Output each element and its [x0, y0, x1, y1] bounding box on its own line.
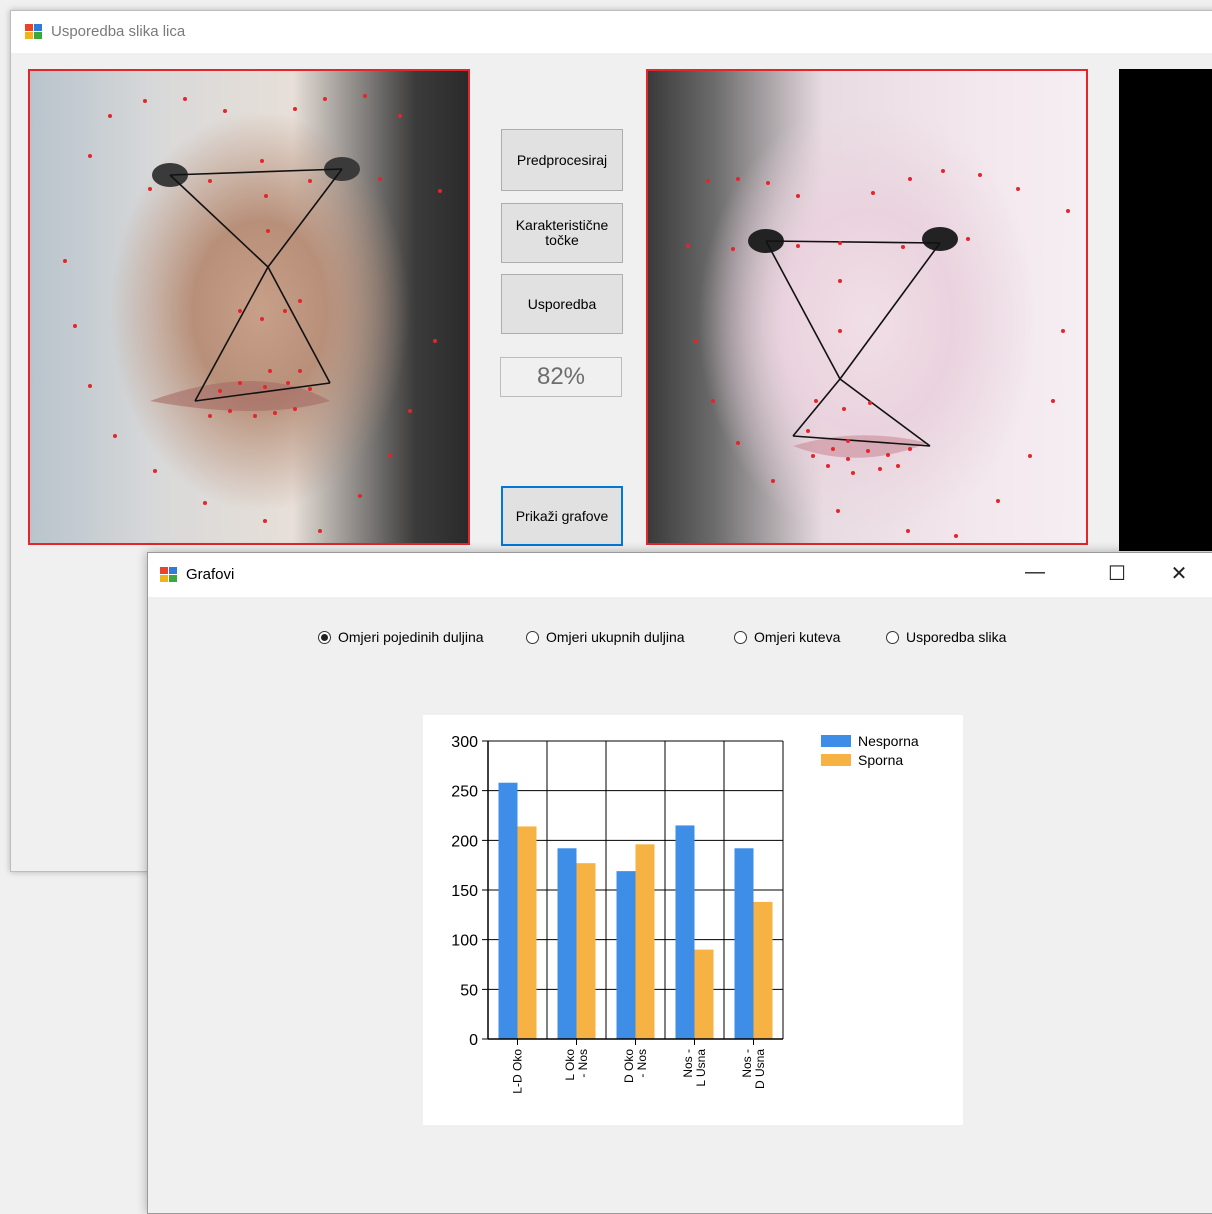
bar-nesporna [557, 848, 577, 1039]
landmarks-button[interactable]: Karakteristične točke [501, 203, 623, 263]
x-category-label-line: - Nos [635, 1049, 649, 1078]
reference-landmark-overlay [63, 94, 442, 533]
main-window-title: Usporedba slika lica [51, 23, 186, 40]
radio-label: Omjeri ukupnih duljina [546, 629, 685, 645]
bar-chart: 050100150200250300L-D Oko L Oko - Nos D Oko… [451, 733, 919, 1094]
x-category-label: Nos -D Usna [740, 1049, 767, 1089]
bar-sporna [576, 863, 596, 1039]
similarity-score: 82% [500, 357, 622, 397]
landmarks-button-label-line2: točke [545, 232, 579, 248]
main-titlebar[interactable]: Usporedba slika lica [11, 11, 1212, 53]
questioned-landmark-overlay [686, 169, 1070, 538]
x-category-label-line: - Nos [576, 1049, 590, 1078]
radio-individual-length-ratios[interactable]: Omjeri pojedinih duljina [318, 629, 484, 645]
radio-icon-checked[interactable] [318, 630, 331, 644]
y-tick-label: 150 [451, 883, 478, 900]
x-category-label-line: L-D Oko [511, 1049, 525, 1094]
chart-panel: 0 50 100 150 200 250 300 L-D Oko L Oko - Nos D Oko… [423, 715, 963, 1125]
questioned-face-image [646, 69, 1088, 545]
radio-image-comparison[interactable]: Usporedba slika [886, 629, 1006, 645]
x-category-label-line: L Usna [694, 1049, 708, 1087]
charts-window: Grafovi — ☐ ✕ Omjeri pojedinih duljina O… [147, 552, 1212, 1214]
bar-nesporna [734, 848, 754, 1039]
x-category-label-line: D Usna [753, 1049, 767, 1089]
radio-icon[interactable] [886, 630, 899, 644]
x-category-label-line: Nos - [740, 1049, 754, 1078]
preview-panel [1119, 69, 1212, 551]
x-category-label-line: D Oko [622, 1049, 636, 1083]
y-tick-label: 250 [451, 784, 478, 801]
bar-nesporna [675, 825, 695, 1039]
reference-face-image [28, 69, 470, 545]
compare-button[interactable]: Usporedba [501, 274, 623, 334]
bar-sporna [517, 826, 537, 1039]
x-category-label: Nos -L Usna [681, 1049, 708, 1087]
x-category-label: L-D Oko [511, 1049, 525, 1094]
close-button[interactable]: ✕ [1156, 561, 1202, 586]
legend-label-sporna: Sporna [858, 752, 903, 768]
y-tick-label: 200 [451, 833, 478, 850]
x-category-label: L Oko - Nos [563, 1049, 590, 1081]
legend-swatch-nesporna [821, 735, 851, 747]
y-tick-label: 50 [460, 982, 478, 999]
bar-sporna [694, 949, 714, 1039]
charts-titlebar[interactable]: Grafovi — ☐ ✕ [148, 553, 1212, 597]
similarity-score-value: 82% [536, 363, 586, 390]
x-category-label-line: L Oko [563, 1049, 577, 1081]
charts-window-title: Grafovi [186, 566, 235, 583]
x-category-label-line: Nos - [681, 1049, 695, 1078]
maximize-button[interactable]: ☐ [1094, 561, 1140, 586]
radio-label: Omjeri pojedinih duljina [338, 629, 484, 645]
y-tick-label: 0 [469, 1032, 478, 1049]
radio-icon[interactable] [526, 630, 539, 644]
y-tick-label: 100 [451, 933, 478, 950]
legend-label-nesporna: Nesporna [858, 733, 919, 749]
bar-nesporna [498, 782, 518, 1039]
app-icon [25, 24, 42, 39]
bar-sporna [753, 901, 773, 1039]
radio-angle-ratios[interactable]: Omjeri kuteva [734, 629, 840, 645]
compare-button-label: Usporedba [527, 295, 597, 312]
radio-icon[interactable] [734, 630, 747, 644]
charts-app-icon [160, 567, 177, 582]
bar-sporna [635, 844, 655, 1039]
legend-swatch-sporna [821, 754, 851, 766]
preprocess-button-label: Predprocesiraj [516, 151, 608, 168]
radio-label: Usporedba slika [906, 629, 1007, 645]
bar-nesporna [616, 871, 636, 1039]
radio-total-length-ratios[interactable]: Omjeri ukupnih duljina [526, 629, 685, 645]
landmarks-button-label-line1: Karakteristične [515, 217, 609, 233]
x-category-label: D Oko - Nos [622, 1049, 649, 1083]
show-charts-button[interactable]: Prikaži grafove [501, 486, 623, 546]
show-charts-button-label: Prikaži grafove [515, 507, 609, 524]
radio-label: Omjeri kuteva [754, 629, 841, 645]
minimize-button[interactable]: — [1012, 561, 1058, 584]
preprocess-button[interactable]: Predprocesiraj [501, 129, 623, 191]
y-tick-label: 300 [451, 734, 478, 751]
